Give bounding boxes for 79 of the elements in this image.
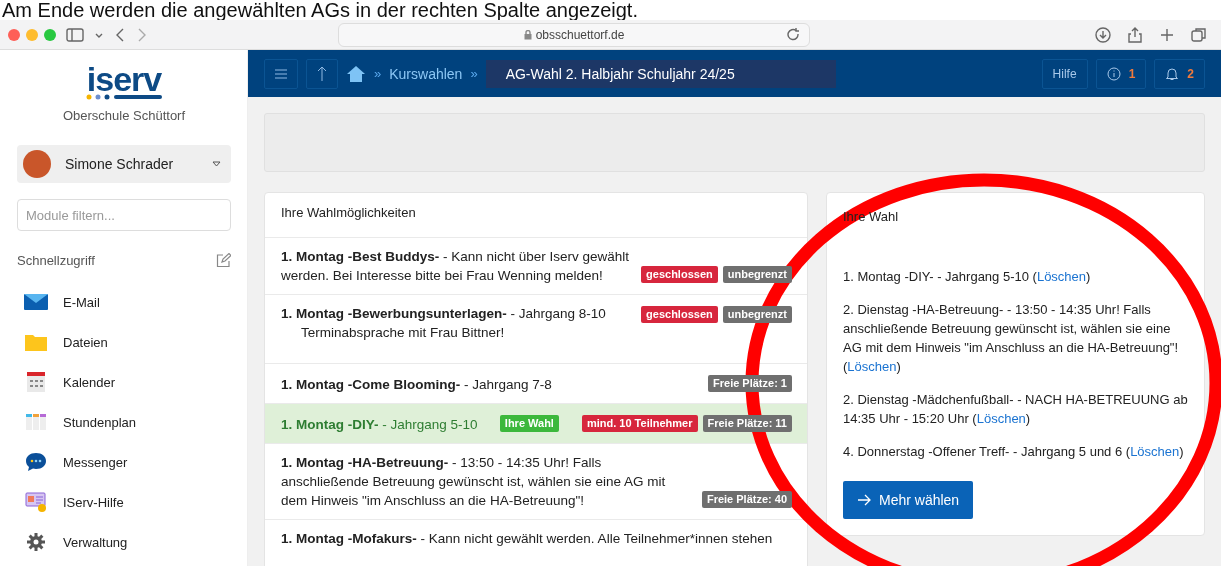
avatar-icon xyxy=(23,150,51,178)
nav-item[interactable]: Stundenplan xyxy=(17,402,231,442)
card-title: Ihre Wahl xyxy=(843,209,900,226)
section-heading: Schnellzugriff xyxy=(17,253,95,268)
option-row[interactable]: 1. Montag -Mofakurs- - Kann nicht gewählt werden. Alle Teilnehmer*innen stehen xyxy=(265,519,807,557)
choice-text: 2. Dienstag -Mädchenfußball- - NACH HA-BETREUUNG ab 14:35 Uhr - 15:20 Uhr (Löschen) xyxy=(843,391,1188,428)
option-text: 1. Montag -Come Blooming- - Jahrgang 7-8 xyxy=(281,376,553,394)
choice-text: 1. Montag -DIY- - Jahrgang 5-10 (Löschen) xyxy=(843,268,1092,286)
info-button[interactable]: 1 xyxy=(1095,58,1147,89)
plus-icon[interactable] xyxy=(1159,26,1175,43)
lock-icon xyxy=(523,29,532,40)
bell-icon xyxy=(1165,66,1180,81)
choice-text: 4. Donnerstag -Offener Treff- - Jahrgang 5 und 6 (Löschen) xyxy=(843,443,1185,461)
close-button[interactable] xyxy=(8,28,20,41)
option-note: Terminabsprache mit Frau Bittner! xyxy=(300,324,506,342)
status-badge: geschlossen xyxy=(641,266,718,283)
reload-icon[interactable] xyxy=(787,27,801,42)
option-row[interactable]: 1. Montag -Best Buddys- - Kann nicht über Iserv gewählt werden. Bei Interesse bitte bei Frau Wenning melden! geschlossen unbegrenzt xyxy=(265,237,807,294)
gear-icon xyxy=(27,533,45,551)
up-arrow-icon xyxy=(317,65,327,82)
card-title: Ihre Wahlmöglichkeiten xyxy=(280,204,417,222)
envelope-icon xyxy=(24,294,48,310)
edit-icon[interactable] xyxy=(216,253,231,268)
home-icon[interactable] xyxy=(346,64,366,83)
folder-icon xyxy=(25,333,47,351)
nav-item[interactable]: IServ-Hilfe xyxy=(17,482,231,522)
module-filter-field[interactable]: Module filtern... xyxy=(17,199,231,231)
nav-item[interactable]: Verwaltung xyxy=(17,522,231,562)
option-row[interactable]: 1. Montag -HA-Betreuung- - 13:50 - 14:35 Uhr! Falls anschließende Betreuung gewünscht ist, wählen sie eine AG mit dem Hinweis "im Anschluss an die HA-Betreuung"! Freie Plätze: 40 xyxy=(265,443,807,519)
breadcrumb-separator: » xyxy=(470,66,478,81)
option-row[interactable]: 1. Montag -DIY- - Jahrgang 5-10 Ihre Wahl mind. 10 Teilnehmer Freie Plätze: 11 xyxy=(265,403,807,443)
school-name: Oberschule Schüttorf xyxy=(61,108,187,123)
delete-link[interactable]: Löschen xyxy=(1130,444,1180,459)
nav-item[interactable]: Dateien xyxy=(17,322,231,362)
status-badge: Freie Plätze: 40 xyxy=(701,491,792,508)
page-title: AG-Wahl 2. Halbjahr Schuljahr 24/25 xyxy=(485,59,836,88)
back-icon[interactable] xyxy=(114,26,126,43)
status-badge: Freie Plätze: 11 xyxy=(702,415,792,432)
chat-bubble-icon xyxy=(25,452,47,472)
arrow-right-icon xyxy=(857,494,871,506)
option-text: 1. Montag -Best Buddys- - Kann nicht über Iserv gewählt werden. Bei Interesse bitte bei Frau Wenning melden! xyxy=(281,248,631,285)
help-screen-icon xyxy=(25,492,47,512)
option-text: 1. Montag -DIY- - Jahrgang 5-10 xyxy=(281,416,479,434)
tabs-icon[interactable] xyxy=(1191,26,1207,43)
download-icon[interactable] xyxy=(1095,26,1111,43)
delete-link[interactable]: Löschen xyxy=(1036,269,1087,284)
status-badge: unbegrenzt xyxy=(722,266,792,283)
option-text: 1. Montag -HA-Betreuung- - 13:50 - 14:35 Uhr! Falls anschließende Betreuung gewünscht ist, wählen sie eine AG mit dem Hinweis "im Anschluss an die HA-Betreuung"! xyxy=(281,454,667,510)
status-badge: geschlossen xyxy=(641,306,718,323)
status-badge: unbegrenzt xyxy=(722,306,792,323)
info-icon xyxy=(1106,66,1121,81)
user-menu-button[interactable]: Simone Schrader xyxy=(17,145,231,183)
up-button[interactable] xyxy=(306,58,338,89)
menu-button[interactable] xyxy=(264,58,298,89)
option-text: 1. Montag -Bewerbungsunterlagen- - Jahrgang 8-10 xyxy=(281,305,607,323)
breadcrumb-link[interactable]: Kurswahlen xyxy=(389,65,463,82)
delete-link[interactable]: Löschen xyxy=(847,359,897,374)
help-button[interactable]: Hilfe xyxy=(1041,58,1088,89)
status-badge: mind. 10 Teilnehmer xyxy=(581,415,698,432)
choose-more-button[interactable]: Mehr wählen xyxy=(843,481,974,519)
address-field[interactable]: obsschuettorf.de xyxy=(338,22,810,47)
choice-text: 2. Dienstag -HA-Betreuung- - 13:50 - 14:35 Uhr! Falls anschließende Betreuung gewünscht ist, wählen sie eine AG mit dem Hinweis "im Anschluss an die HA-Betreuung"! (Löschen) xyxy=(843,301,1180,376)
calendar-icon xyxy=(27,372,45,392)
option-text: 1. Montag -Mofakurs- - Kann nicht gewählt werden. Alle Teilnehmer*innen stehen xyxy=(281,530,774,548)
option-row[interactable]: 1. Montag -Bewerbungsunterlagen- - Jahrgang 8-10 Terminabsprache mit Frau Bittner! geschlossen unbegrenzt xyxy=(265,294,807,363)
caret-icon xyxy=(212,161,221,167)
delete-link[interactable]: Löschen xyxy=(976,411,1026,426)
nav-item[interactable]: Kalender xyxy=(17,362,231,402)
breadcrumb-separator: » xyxy=(374,66,382,81)
menu-icon xyxy=(275,68,287,79)
status-badge: Ihre Wahl xyxy=(499,415,559,432)
share-icon[interactable] xyxy=(1127,26,1143,43)
notifications-button[interactable]: 2 xyxy=(1154,58,1205,89)
nav-item[interactable]: E-Mail xyxy=(17,282,231,322)
nav-item[interactable]: Messenger xyxy=(17,442,231,482)
sidebar-toggle-icon[interactable] xyxy=(66,26,84,43)
timetable-icon xyxy=(26,414,46,430)
status-badge: Freie Plätze: 1 xyxy=(708,375,792,392)
logo-text: iserv xyxy=(86,64,162,94)
